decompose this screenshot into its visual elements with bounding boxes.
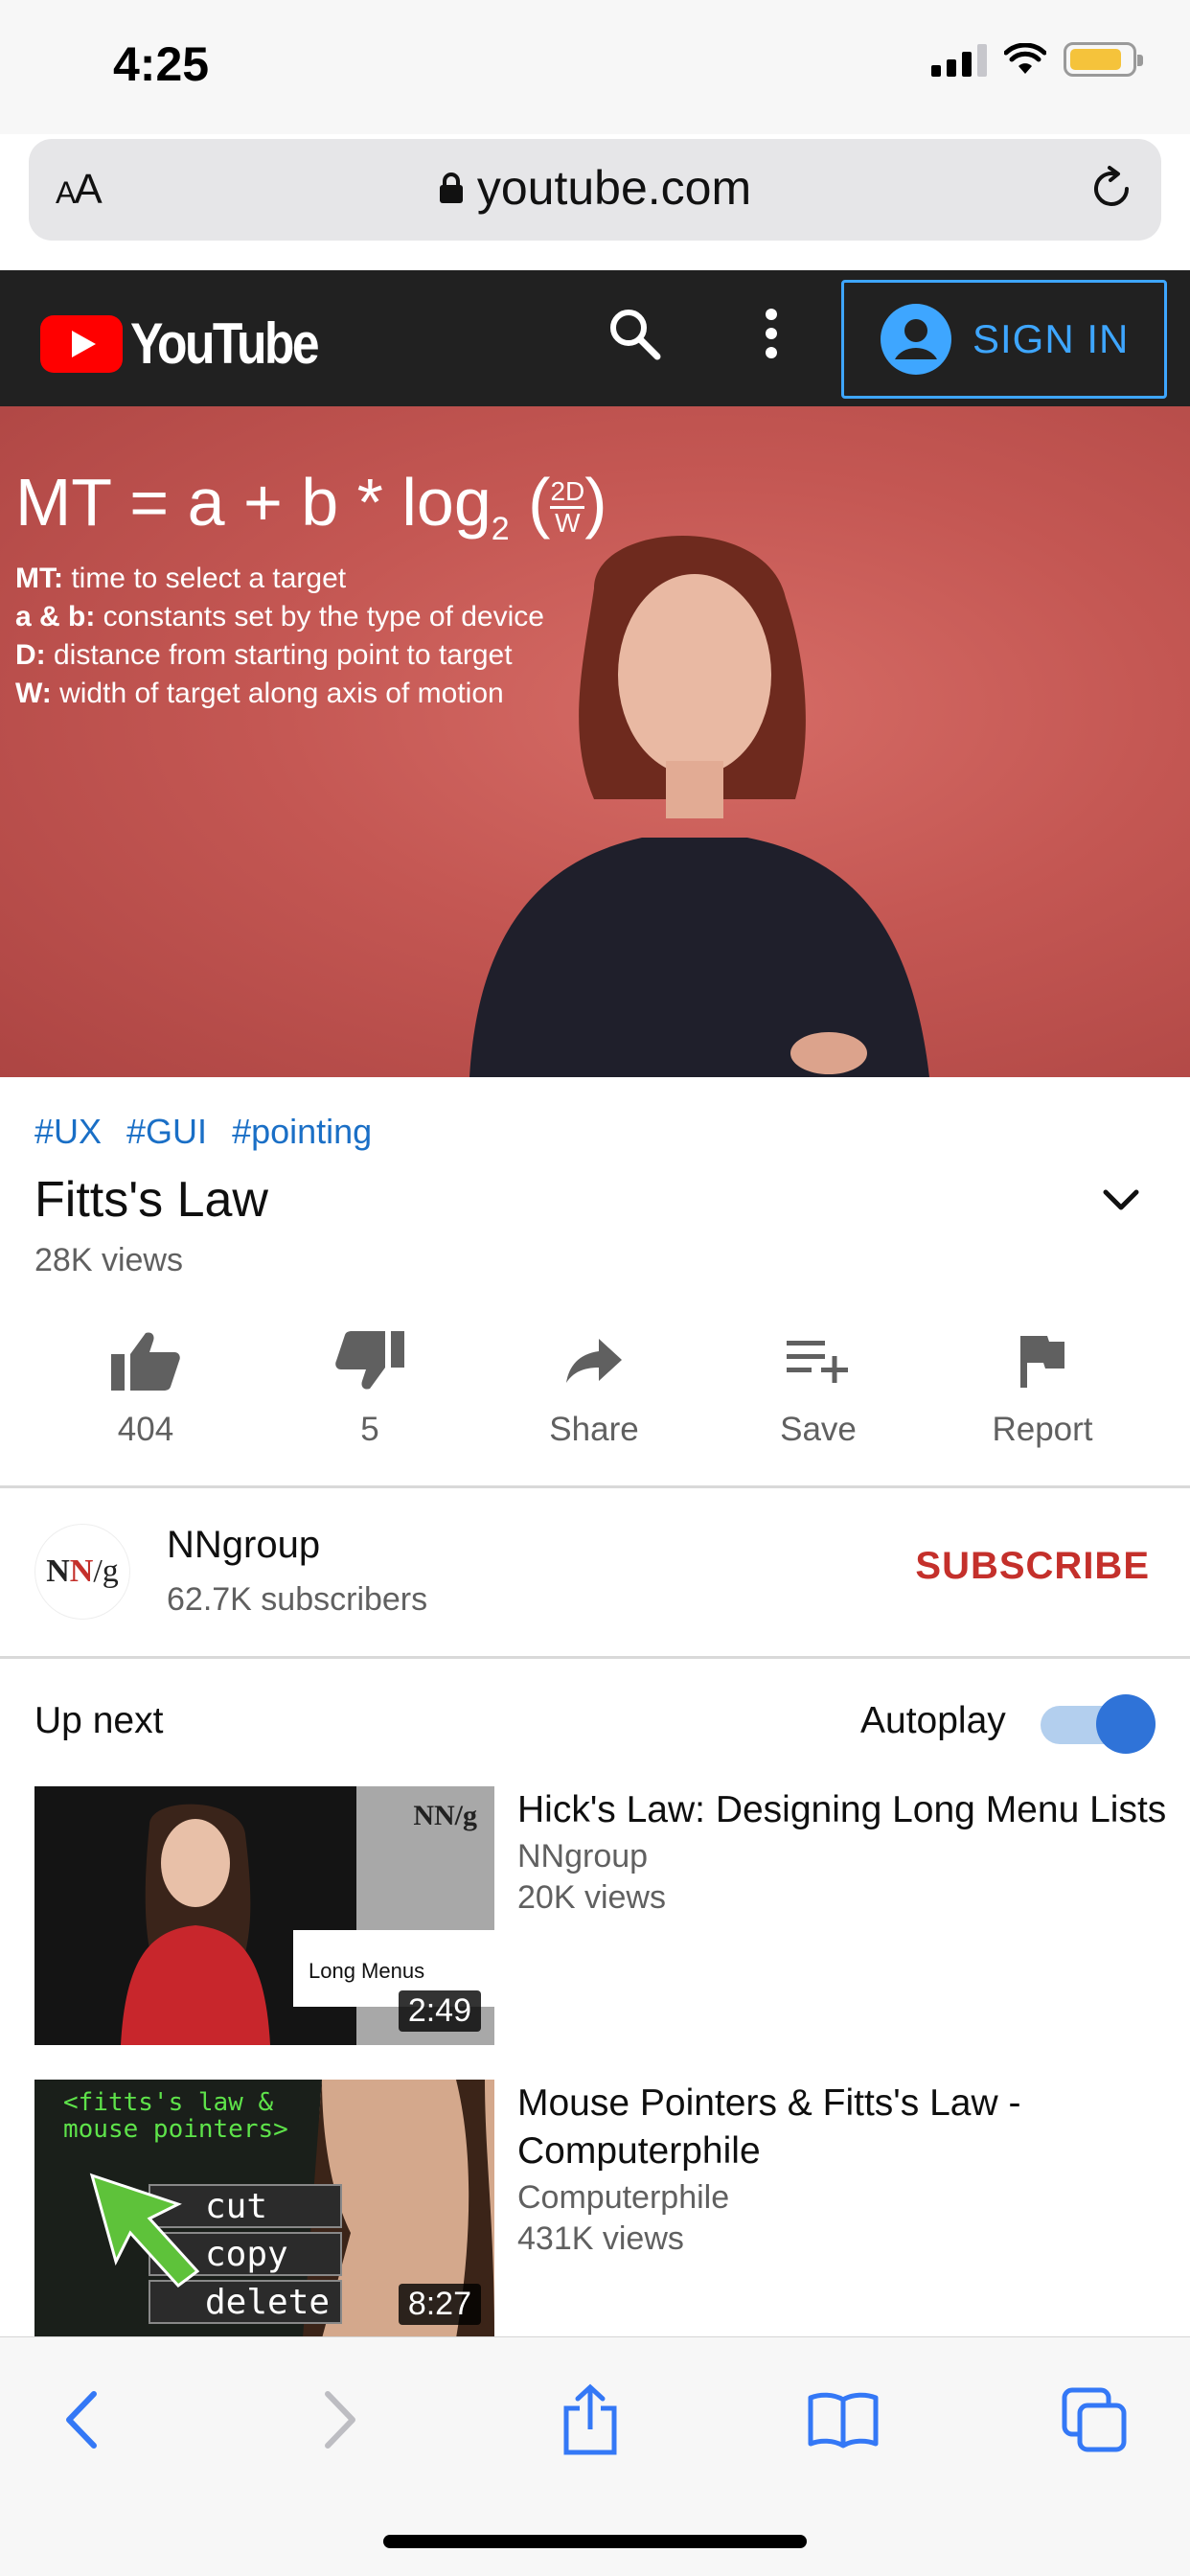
video-title[interactable]: Mouse Pointers & Fitts's Law - Computerp… [517,2080,1169,2175]
up-next-heading: Up next [34,1700,164,1741]
hashtag-row: #UX #GUI #pointing [34,1112,372,1152]
sign-in-button[interactable]: SIGN IN [841,280,1167,399]
video-duration: 2:49 [398,1990,481,2032]
address-bar[interactable]: AA youtube.com [29,139,1161,241]
hashtag-link[interactable]: #UX [34,1112,102,1152]
wifi-icon [1004,43,1046,74]
cellular-signal-icon [931,42,987,77]
video-duration: 8:27 [398,2284,481,2325]
bookmarks-button[interactable] [795,2372,891,2468]
channel-avatar[interactable]: N N/g [34,1524,130,1620]
thumbnail-logo: NN/g [413,1800,477,1831]
channel-name[interactable]: NNgroup [167,1524,320,1567]
channel-name: Computerphile [517,2179,730,2216]
dislike-button[interactable]: 5 [264,1322,475,1449]
subscribe-button[interactable]: SUBSCRIBE [915,1545,1150,1588]
save-label: Save [780,1411,857,1448]
view-count: 28K views [34,1242,183,1278]
video-thumbnail[interactable]: <fitts's law & mouse pointers> cut copy … [34,2080,494,2338]
autoplay-label: Autoplay [860,1700,1006,1741]
autoplay-toggle[interactable] [1041,1694,1156,1754]
thumbnail-text: <fitts's law & mouse pointers> [63,2088,288,2144]
youtube-wordmark: YouTube [130,311,320,376]
report-label: Report [992,1411,1093,1448]
video-title[interactable]: Fitts's Law [34,1171,268,1229]
thumbs-down-icon [335,1331,404,1390]
video-player[interactable]: MT = a + b * log2 (2D W) MT: time to sele… [0,406,1190,1077]
home-indicator [383,2535,807,2548]
chevron-left-icon [66,2391,97,2449]
channel-name: NNgroup [517,1838,649,1874]
hashtag-link[interactable]: #pointing [232,1112,372,1152]
tabs-icon [1062,2387,1127,2452]
share-button[interactable] [542,2372,638,2468]
back-button[interactable] [34,2372,130,2468]
video-actions: 404 5 Share Save Report [0,1322,1190,1457]
share-label: Share [549,1411,639,1448]
share-button[interactable]: Share [489,1322,699,1449]
video-title[interactable]: Hick's Law: Designing Long Menu Lists [517,1786,1169,1834]
status-time: 4:25 [113,37,210,91]
dislike-count: 5 [360,1411,379,1448]
forward-button[interactable] [291,2372,387,2468]
divider [0,1656,1190,1659]
view-count: 20K views [517,1879,666,1916]
chevron-right-icon [325,2391,355,2449]
like-count: 404 [117,1411,174,1448]
video-thumbnail[interactable]: NN/g Long Menus 2:49 [34,1786,494,2045]
search-icon[interactable] [606,305,663,362]
subscriber-count: 62.7K subscribers [167,1581,428,1618]
like-button[interactable]: 404 [40,1322,251,1449]
account-icon [881,304,951,375]
tabs-button[interactable] [1046,2372,1142,2468]
view-count: 431K views [517,2220,684,2257]
video-meta: Mouse Pointers & Fitts's Law - Computerp… [517,2080,1169,2258]
flag-icon [1020,1336,1064,1388]
presenter-image [469,536,929,1077]
book-icon [808,2392,879,2449]
report-button[interactable]: Report [937,1322,1148,1449]
lock-icon [439,172,463,203]
chevron-down-icon[interactable] [1100,1184,1142,1213]
recommended-video[interactable]: <fitts's law & mouse pointers> cut copy … [34,2080,1165,2338]
video-meta: Hick's Law: Designing Long Menu Lists NN… [517,1786,1169,1917]
status-bar: 4:25 [0,0,1190,134]
divider [0,1485,1190,1488]
status-icons [931,42,1143,77]
url-text: youtube.com [476,161,752,215]
more-options-icon[interactable] [757,305,786,362]
battery-icon [1064,42,1143,77]
share-arrow-icon [566,1339,622,1383]
youtube-play-icon [40,314,123,373]
hashtag-link[interactable]: #GUI [126,1112,207,1152]
reload-icon[interactable] [1087,164,1136,214]
sign-in-label: SIGN IN [973,316,1130,361]
save-button[interactable]: Save [713,1322,924,1449]
recommended-video[interactable]: NN/g Long Menus 2:49 Hick's Law: Designi… [34,1786,1166,2045]
add-to-playlist-icon [787,1341,848,1383]
thumbnail-menu: cut copy delete [205,2187,331,2322]
thumbs-up-icon [111,1332,180,1391]
url-display[interactable]: youtube.com [29,160,1161,216]
share-icon [563,2383,617,2455]
youtube-logo[interactable]: YouTube [40,310,348,377]
